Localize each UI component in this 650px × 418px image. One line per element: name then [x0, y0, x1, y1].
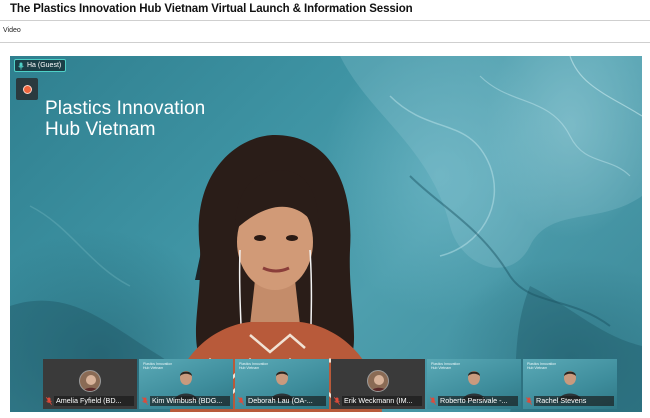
participant-nameplate: Rachel Stevens	[526, 396, 614, 406]
participant-tile[interactable]: Amelia Fyfield (BD...	[43, 359, 137, 409]
participant-nameplate: Kim Wimbush (BDG...	[142, 396, 230, 406]
participant-tile[interactable]: Plastics Innovation Hub Vietnam Rachel Ste…	[523, 359, 617, 409]
participant-tile[interactable]: Plastics Innovation Hub Vietnam Kim Wimbus…	[139, 359, 233, 409]
section-divider	[0, 42, 650, 43]
mini-brand-text: Plastics Innovation Hub Vietnam	[527, 362, 557, 370]
participant-tile[interactable]: Plastics Innovation Hub Vietnam Roberto Pe…	[427, 359, 521, 409]
mic-off-icon	[238, 397, 244, 405]
mic-off-icon	[526, 397, 532, 405]
mic-off-icon	[46, 397, 52, 405]
participant-nameplate: Roberto Persivale -...	[430, 396, 518, 406]
active-speaker-tag: Ha (Guest)	[14, 59, 67, 72]
mini-brand-text: Plastics Innovation Hub Vietnam	[431, 362, 461, 370]
speaker-name: Ha (Guest)	[27, 62, 62, 69]
video-stage[interactable]: Plastics Innovation Hub Vietnam Ha (Gues…	[10, 56, 642, 412]
mic-off-icon	[430, 397, 436, 405]
participant-tile[interactable]: Plastics Innovation Hub Vietnam Deborah La…	[235, 359, 329, 409]
record-button[interactable]	[16, 78, 38, 100]
participant-name: Roberto Persivale -...	[438, 396, 518, 406]
header-divider	[0, 20, 650, 21]
participant-strip: Amelia Fyfield (BD... Plastics Innovation…	[43, 359, 617, 409]
mini-brand-text: Plastics Innovation Hub Vietnam	[143, 362, 173, 370]
mini-brand-text: Plastics Innovation Hub Vietnam	[239, 362, 269, 370]
participant-name: Erik Weckmann (IM...	[342, 396, 422, 406]
record-icon	[22, 84, 32, 94]
mic-off-icon	[142, 397, 148, 405]
video-section-label: Video	[3, 27, 21, 34]
mic-on-icon	[18, 62, 24, 70]
participant-avatar	[367, 370, 389, 392]
participant-nameplate: Amelia Fyfield (BD...	[46, 396, 134, 406]
participant-name: Deborah Lau (OA-...	[246, 396, 326, 406]
participant-name: Rachel Stevens	[534, 396, 614, 406]
participant-nameplate: Deborah Lau (OA-...	[238, 396, 326, 406]
participant-name: Kim Wimbush (BDG...	[150, 396, 230, 406]
participant-avatar	[79, 370, 101, 392]
participant-name: Amelia Fyfield (BD...	[54, 396, 134, 406]
brand-line-1: Plastics Innovation	[45, 98, 206, 119]
mic-off-icon	[334, 397, 340, 405]
participant-nameplate: Erik Weckmann (IM...	[334, 396, 422, 406]
participant-tile[interactable]: Erik Weckmann (IM...	[331, 359, 425, 409]
page-title: The Plastics Innovation Hub Vietnam Virt…	[10, 3, 413, 15]
